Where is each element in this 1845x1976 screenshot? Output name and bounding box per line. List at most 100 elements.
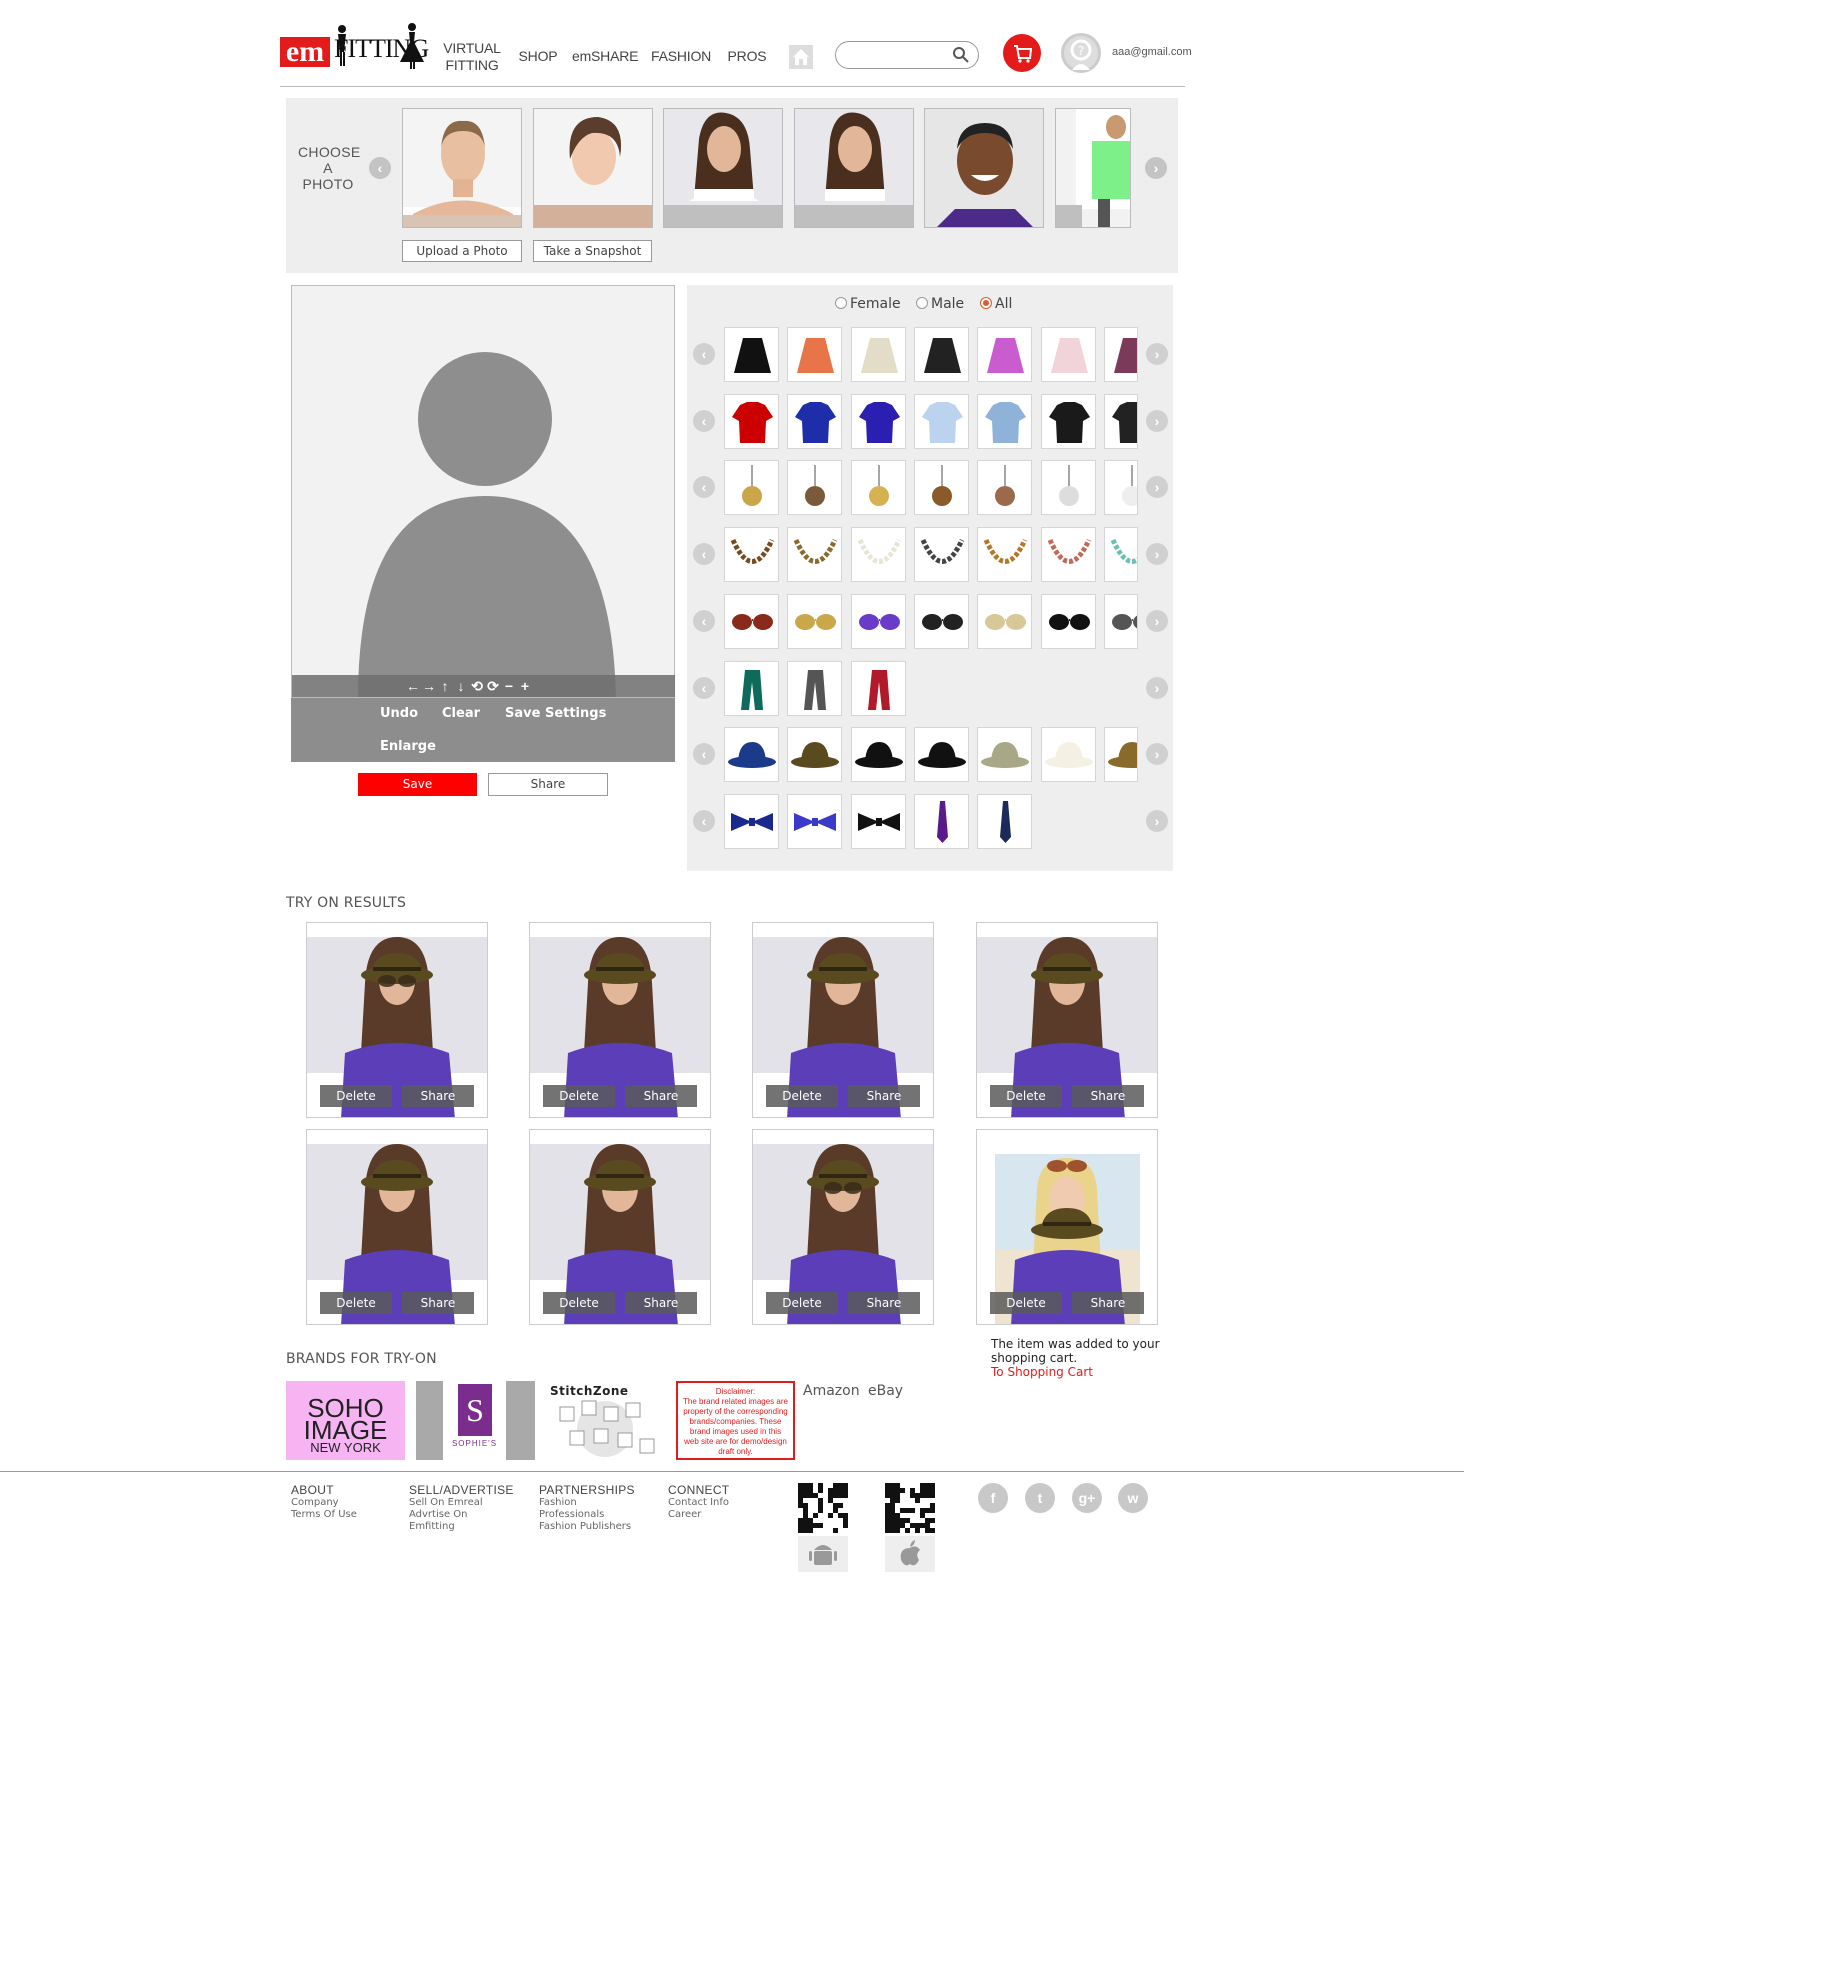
catalog-item-light-blue-shirt[interactable] [914,394,969,449]
result-delete-button[interactable]: Delete [766,1085,838,1107]
result-share-button[interactable]: Share [402,1085,474,1107]
photo-thumb-6[interactable] [1055,108,1131,228]
clear-button[interactable]: Clear [442,706,480,721]
facebook-icon[interactable]: f [978,1483,1008,1513]
catalog-item-white-fedora[interactable] [1041,727,1096,782]
android-badge[interactable] [798,1536,848,1572]
footer-link[interactable]: Advrtise On [409,1509,529,1521]
catalog-item-bronze-bead-necklace[interactable] [787,527,842,582]
result-delete-button[interactable]: Delete [990,1292,1062,1314]
ebay-link[interactable]: eBay [868,1383,903,1399]
photo-thumb-3[interactable] [663,108,783,228]
zoom-out-icon[interactable]: − [502,678,516,694]
rotate-left-icon[interactable]: ⟲ [470,678,484,694]
twitter-icon[interactable]: t [1025,1483,1055,1513]
catalog-item-black-sunglasses[interactable] [1041,594,1096,649]
result-share-button[interactable]: Share [848,1292,920,1314]
catalog-item-patterned-skirt[interactable] [1104,327,1138,382]
result-share-button[interactable]: Share [402,1292,474,1314]
enlarge-button[interactable]: Enlarge [380,739,436,754]
photo-thumb-4[interactable] [794,108,914,228]
catalog-item-gold-pearl-earring[interactable] [724,460,779,515]
rotate-right-icon[interactable]: ⟳ [486,678,500,694]
nav-shop[interactable]: SHOP [515,48,561,65]
catalog-item-pink-stone-necklace[interactable] [1041,527,1096,582]
catalog-item-brown-bead-necklace[interactable] [724,527,779,582]
result-card[interactable]: Delete Share [306,1129,488,1325]
ties-prev-arrow[interactable]: ‹ [693,810,715,832]
tops-next-arrow[interactable]: › [1146,410,1168,432]
user-email[interactable]: aaa@gmail.com [1112,46,1192,58]
necklaces-prev-arrow[interactable]: ‹ [693,543,715,565]
gender-female-option[interactable]: Female [835,296,901,312]
catalog-item-aviator-sunglasses[interactable] [787,594,842,649]
catalog-item-tortoise-sunglasses[interactable] [724,594,779,649]
catalog-item-white-sunglasses[interactable] [977,594,1032,649]
gender-male-option[interactable]: Male [916,296,964,312]
result-card[interactable]: Delete Share [976,1129,1158,1325]
save-settings-button[interactable]: Save Settings [505,706,606,721]
nav-virtual-fitting[interactable]: VIRTUAL FITTING [442,40,502,74]
search-input[interactable] [848,47,948,64]
catalog-item-blue-cap[interactable] [724,727,779,782]
catalog-item-black-cat-eye-sunglasses[interactable] [914,594,969,649]
catalog-item-olive-porkpie-hat[interactable] [787,727,842,782]
catalog-item-grey-scarf[interactable] [787,661,842,716]
all-radio[interactable] [980,297,992,309]
result-card[interactable]: Delete Share [752,1129,934,1325]
catalog-item-purple-sunglasses[interactable] [851,594,906,649]
catalog-item-gold-pearl-earring-2[interactable] [851,460,906,515]
wechat-icon[interactable]: w [1118,1483,1148,1513]
stitchzone-brand[interactable]: StitchZone [546,1381,663,1460]
catalog-item-bronze-pearl-earring-2[interactable] [914,460,969,515]
avatar[interactable]: ? [1061,33,1101,73]
tops-prev-arrow[interactable]: ‹ [693,410,715,432]
catalog-item-pearl-necklace[interactable] [851,527,906,582]
result-card[interactable]: Delete Share [529,1129,711,1325]
result-card[interactable]: Delete Share [752,922,934,1118]
catalog-item-gold-flower-necklace[interactable] [977,527,1032,582]
soho-image-brand[interactable]: SOHO IMAGE NEW YORK [286,1381,405,1460]
earrings-prev-arrow[interactable]: ‹ [693,476,715,498]
cart-button[interactable] [1003,34,1041,72]
fitting-canvas[interactable] [291,285,675,698]
gender-all-option[interactable]: All [980,296,1012,312]
catalog-item-pink-floral-skirt[interactable] [1041,327,1096,382]
footer-link[interactable]: Sell On Emreal [409,1497,529,1509]
nav-fashion[interactable]: FASHION [651,48,711,65]
share-button[interactable]: Share [488,773,608,796]
ios-badge[interactable] [885,1536,935,1572]
home-icon[interactable] [789,45,813,69]
necklaces-next-arrow[interactable]: › [1146,543,1168,565]
result-delete-button[interactable]: Delete [990,1085,1062,1107]
catalog-item-turquoise-necklace[interactable] [1104,527,1138,582]
result-share-button[interactable]: Share [1072,1292,1144,1314]
catalog-item-blue-jacket[interactable] [787,394,842,449]
female-radio[interactable] [835,297,847,309]
catalog-item-flag-bow-tie[interactable] [724,794,779,849]
move-up-icon[interactable]: ↑ [438,678,452,694]
ios-qr-code[interactable] [885,1483,935,1533]
footer-link[interactable]: Terms Of Use [291,1509,411,1521]
catalog-item-black-wide-brim-hat[interactable] [914,727,969,782]
footer-link[interactable]: Fashion Publishers [539,1521,659,1533]
result-card[interactable]: Delete Share [976,922,1158,1118]
catalog-item-red-plaid-scarf[interactable] [851,661,906,716]
sophies-brand[interactable]: S SOPHIE'S [416,1381,535,1460]
skirts-next-arrow[interactable]: › [1146,343,1168,365]
catalog-item-blue-denim-shirt[interactable] [977,394,1032,449]
footer-link[interactable]: Company [291,1497,411,1509]
result-share-button[interactable]: Share [625,1292,697,1314]
nav-pros[interactable]: PROS [727,48,767,65]
google-plus-icon[interactable]: g+ [1072,1483,1102,1513]
search-icon[interactable] [952,46,970,64]
catalog-item-striped-skirt[interactable] [977,327,1032,382]
result-delete-button[interactable]: Delete [320,1085,392,1107]
ties-next-arrow[interactable]: › [1146,810,1168,832]
upload-photo-button[interactable]: Upload a Photo [402,240,522,262]
result-share-button[interactable]: Share [848,1085,920,1107]
catalog-item-black-suit-2[interactable] [1104,394,1138,449]
move-left-icon[interactable]: ← [406,678,420,694]
catalog-item-blue-top[interactable] [851,394,906,449]
photo-thumb-2[interactable] [533,108,653,228]
